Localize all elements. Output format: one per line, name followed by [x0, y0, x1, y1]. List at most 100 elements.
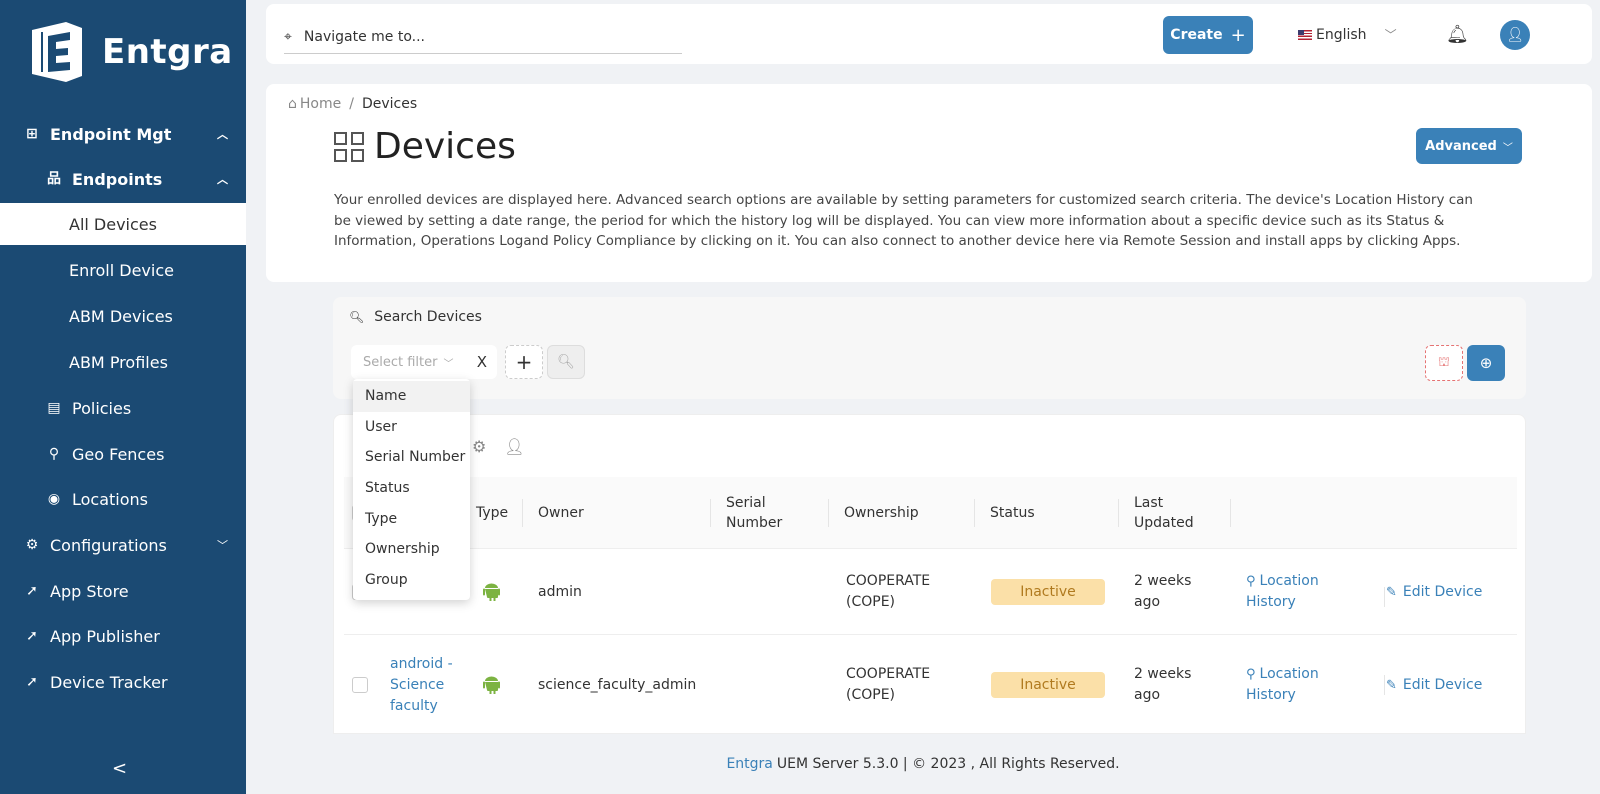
- search-button[interactable]: 🔍︎: [547, 345, 585, 379]
- add-filter-button[interactable]: +: [505, 345, 543, 379]
- ownership-cell: COOPERATE (COPE): [846, 666, 931, 703]
- android-icon: [483, 635, 500, 733]
- user-icon[interactable]: 👤︎: [504, 437, 524, 456]
- footer: Entgra UEM Server 5.3.0 | © 2023 , All R…: [246, 734, 1600, 794]
- language-select[interactable]: English ﹀: [1298, 26, 1397, 43]
- chevron-up-icon: ︿: [217, 128, 228, 141]
- sidebar-item-all-devices[interactable]: All Devices: [0, 203, 246, 245]
- crosshair-icon: ⌖: [284, 28, 292, 45]
- sidebar-item-locations[interactable]: ◉ Locations: [0, 477, 246, 521]
- sidebar-item-label: App Publisher: [50, 626, 160, 646]
- advanced-search-button[interactable]: ⊕: [1467, 345, 1505, 381]
- sidebar-item-device-tracker[interactable]: ➚ Device Tracker: [0, 660, 246, 704]
- geofence-icon: ⚲: [48, 446, 60, 462]
- table-row[interactable]: android - Science faculty science_facult…: [344, 635, 1517, 733]
- column-owner[interactable]: Owner: [522, 477, 584, 549]
- sidebar-item-label: Policies: [72, 398, 132, 418]
- sidebar-item-label: Device Tracker: [50, 672, 168, 692]
- advanced-button[interactable]: Advanced ﹀: [1416, 128, 1522, 164]
- sidebar-item-label: Locations: [72, 489, 149, 509]
- sidebar-item-policies[interactable]: ▤ Policies: [0, 386, 246, 430]
- plus-icon: +: [515, 350, 533, 374]
- sidebar-item-enroll-device[interactable]: Enroll Device: [0, 248, 246, 292]
- document-check-icon: ▤: [47, 400, 61, 416]
- location-history-link[interactable]: ⚲ Location History: [1246, 549, 1336, 635]
- filter-option-status[interactable]: Status: [353, 473, 470, 504]
- sidebar-item-endpoints[interactable]: 品 Endpoints ︿: [0, 157, 246, 201]
- sidebar-item-app-publisher[interactable]: ➚ App Publisher: [0, 614, 246, 658]
- chevron-up-icon: ︿: [217, 173, 228, 186]
- sidebar-item-label: All Devices: [69, 214, 157, 234]
- sidebar-item-app-store[interactable]: ➚ App Store: [0, 569, 246, 613]
- sidebar-item-geo-fences[interactable]: ⚲ Geo Fences: [0, 432, 246, 476]
- sidebar-item-endpoint-mgt[interactable]: ⊞ Endpoint Mgt ︿: [0, 112, 246, 156]
- filter-placeholder: Select filter: [363, 354, 438, 370]
- entgra-logo-icon: [32, 22, 82, 82]
- bell-icon[interactable]: 🔔︎: [1446, 24, 1469, 45]
- clear-filter-button[interactable]: X: [477, 353, 487, 371]
- sidebar-item-label: Configurations: [50, 535, 167, 555]
- edit-icon: ✎: [1386, 677, 1397, 693]
- status-badge: Inactive: [991, 672, 1105, 698]
- rocket-icon: ➚: [26, 583, 38, 599]
- status-badge: Inactive: [991, 579, 1105, 605]
- device-name-link[interactable]: android - Science faculty: [390, 635, 470, 733]
- map-pin-icon: ⚲: [1246, 667, 1256, 682]
- avatar[interactable]: 👤︎: [1500, 20, 1530, 50]
- devices-table: ⚙ 👤︎ Type Owner Serial Number Ownership …: [333, 414, 1526, 734]
- filter-select[interactable]: Select filter ﹀ X: [351, 345, 497, 379]
- chevron-down-icon: ﹀: [217, 539, 228, 552]
- filter-option-user[interactable]: User: [353, 412, 470, 443]
- sidebar-item-abm-profiles[interactable]: ABM Profiles: [0, 340, 246, 384]
- filter-option-group[interactable]: Group: [353, 565, 470, 596]
- logo[interactable]: Entgra: [26, 22, 233, 82]
- chevron-down-icon: ﹀: [1384, 28, 1397, 42]
- sidebar-item-label: ABM Profiles: [69, 352, 168, 372]
- sidebar-item-configurations[interactable]: ⚙ Configurations ﹀: [0, 523, 246, 567]
- column-status[interactable]: Status: [974, 477, 1035, 549]
- rocket-icon: ➚: [26, 628, 38, 644]
- filter-dropdown: Name User Serial Number Status Type Owne…: [353, 379, 470, 600]
- location-history-link[interactable]: ⚲ Location History: [1246, 635, 1336, 733]
- sidebar-item-label: Geo Fences: [72, 444, 165, 464]
- owner-cell: admin: [538, 583, 582, 600]
- sidebar-item-label: Endpoints: [72, 169, 163, 189]
- footer-brand-link[interactable]: Entgra: [726, 756, 772, 772]
- page-header-card: ⌂ Home / Devices Devices Advanced ﹀ Your…: [266, 84, 1592, 282]
- navigate-search: ⌖: [284, 20, 682, 54]
- sidebar-item-label: Endpoint Mgt: [50, 124, 172, 144]
- breadcrumb-home[interactable]: Home: [300, 96, 341, 112]
- plus-icon: +: [1230, 24, 1246, 46]
- table-header: Type Owner Serial Number Ownership Statu…: [344, 477, 1517, 549]
- filter-option-serial-number[interactable]: Serial Number: [353, 442, 470, 473]
- top-header: ⌖ Create + English ﹀ 🔔︎ 👤︎: [266, 4, 1592, 64]
- sidebar: Entgra ⊞ Endpoint Mgt ︿ 品 Endpoints ︿ Al…: [0, 0, 246, 794]
- logo-text: Entgra: [102, 32, 233, 72]
- column-last-updated[interactable]: Last Updated: [1118, 477, 1204, 549]
- grid-icon: [334, 131, 364, 162]
- create-button[interactable]: Create +: [1163, 16, 1253, 54]
- home-icon: ⌂: [288, 96, 297, 112]
- column-ownership[interactable]: Ownership: [828, 477, 919, 549]
- navigate-input[interactable]: [303, 28, 644, 45]
- search-panel: 🔍︎ Search Devices Select filter ﹀ X + 🔍︎…: [333, 297, 1526, 399]
- filter-option-ownership[interactable]: Ownership: [353, 534, 470, 565]
- search-icon: 🔍︎: [349, 310, 365, 324]
- column-serial-number[interactable]: Serial Number: [710, 477, 806, 549]
- user-icon: 👤︎: [1506, 27, 1524, 43]
- filter-option-type[interactable]: Type: [353, 503, 470, 534]
- table-row[interactable]: admin COOPERATE (COPE) Inactive 2 weeks …: [344, 549, 1517, 635]
- zoom-in-icon: ⊕: [1479, 354, 1493, 372]
- reset-button[interactable]: ⛫: [1425, 345, 1463, 381]
- search-icon: 🔍︎: [557, 354, 575, 370]
- page-title-text: Devices: [374, 126, 516, 167]
- edit-device-link[interactable]: ✎ Edit Device: [1386, 635, 1482, 733]
- sidebar-collapse-button[interactable]: <: [112, 758, 127, 779]
- column-type[interactable]: Type: [459, 477, 508, 549]
- row-checkbox[interactable]: [352, 635, 368, 733]
- settings-icon[interactable]: ⚙: [472, 437, 486, 456]
- sidebar-item-abm-devices[interactable]: ABM Devices: [0, 294, 246, 338]
- breadcrumb-current: Devices: [361, 96, 418, 112]
- filter-option-name[interactable]: Name: [353, 381, 470, 412]
- edit-device-link[interactable]: ✎ Edit Device: [1386, 549, 1482, 635]
